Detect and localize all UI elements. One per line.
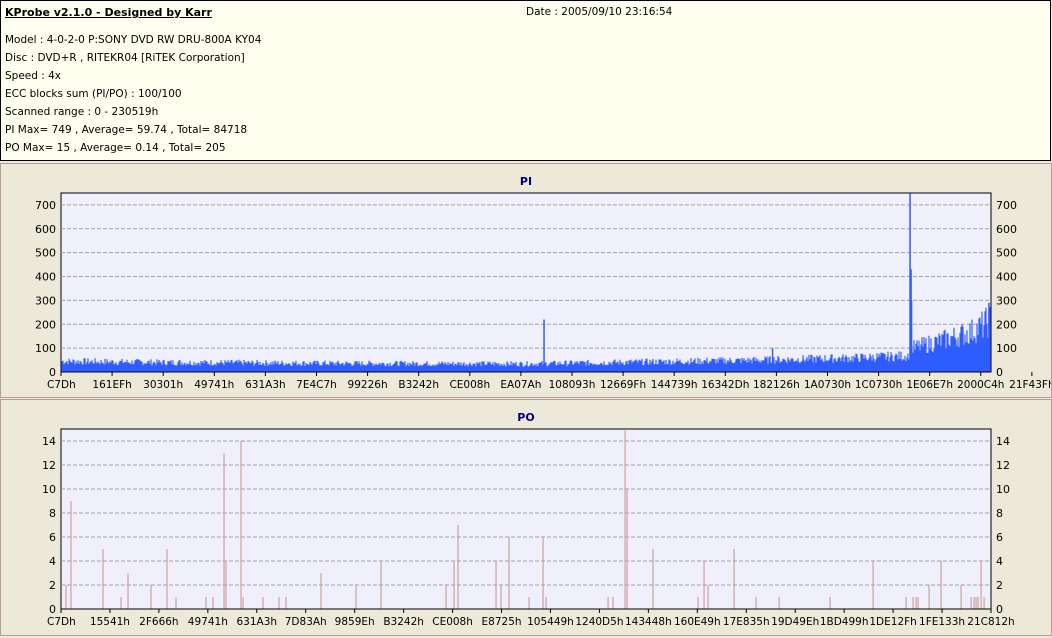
x-tick-label: 144739h: [651, 379, 698, 391]
range-line: Scanned range : 0 - 230519h: [5, 106, 159, 118]
x-tick-label: CE008h: [432, 616, 473, 628]
x-tick-label: 143448h: [625, 616, 672, 628]
y-tick-label-left: 100: [35, 342, 56, 355]
x-tick-label: 7E4C7h: [296, 379, 337, 391]
chart-title: PO: [517, 411, 534, 424]
scan-date: Date : 2005/09/10 23:16:54: [526, 6, 673, 18]
x-tick-label: 49741h: [194, 379, 234, 391]
x-tick-label: 17E835h: [723, 616, 770, 628]
x-tick-label: 49741h: [188, 616, 228, 628]
y-tick-label-right: 700: [996, 199, 1017, 212]
y-tick-label-right: 12: [996, 459, 1010, 472]
y-tick-label-right: 500: [996, 247, 1017, 260]
x-tick-label: 19D49Eh: [771, 616, 819, 628]
x-tick-label: 160E49h: [674, 616, 721, 628]
x-tick-label: 1A0730h: [804, 379, 851, 391]
x-tick-label: CE008h: [449, 379, 490, 391]
po-chart-panel: PO 0 0 2 2 4 4 6 6 8 8 10 10 12 12 14 14 C7Dh 15541h 2F666h…: [0, 399, 1052, 636]
y-tick-label-right: 600: [996, 223, 1017, 236]
x-tick-label: 16342Dh: [701, 379, 749, 391]
x-tick-label: 108093h: [549, 379, 596, 391]
model-line: Model : 4-0-2-0 P:SONY DVD RW DRU-800A K…: [5, 34, 262, 46]
y-tick-label-right: 10: [996, 483, 1010, 496]
y-tick-label-left: 2: [49, 579, 56, 592]
x-tick-label: 9859Eh: [335, 616, 375, 628]
y-tick-label-right: 0: [996, 366, 1003, 379]
x-tick-label: 105449h: [527, 616, 574, 628]
y-tick-label-right: 300: [996, 294, 1017, 307]
x-tick-label: 2F666h: [139, 616, 178, 628]
x-tick-label: 21F43Fh: [1009, 379, 1051, 391]
x-tick-label: 161EFh: [92, 379, 131, 391]
y-tick-label-left: 300: [35, 294, 56, 307]
pi-chart: PI 0 0 100 100 200 200 300 300 400 400 500 500 600 600…: [35, 175, 1052, 391]
ecc-line: ECC blocks sum (PI/PO) : 100/100: [5, 88, 182, 100]
x-tick-label: 1240D5h: [575, 616, 623, 628]
x-tick-label: 1BD499h: [820, 616, 869, 628]
y-tick-label-right: 4: [996, 555, 1003, 568]
po-chart: PO 0 0 2 2 4 4 6 6 8 8 10 10 12 12 14 14 C7Dh 15541h 2F666h…: [42, 411, 1015, 628]
y-tick-label-left: 200: [35, 318, 56, 331]
x-tick-label: 99226h: [348, 379, 388, 391]
y-tick-label-right: 14: [996, 435, 1010, 448]
x-tick-label: 631A3h: [245, 379, 286, 391]
x-tick-label: 7D83Ah: [285, 616, 327, 628]
x-tick-label: 1C0730h: [855, 379, 902, 391]
disc-line: Disc : DVD+R , RITEKR04 [RiTEK Corporati…: [5, 52, 245, 64]
x-tick-label: B3242h: [383, 616, 424, 628]
y-tick-label-right: 6: [996, 531, 1003, 544]
y-tick-label-left: 600: [35, 223, 56, 236]
y-tick-label-right: 100: [996, 342, 1017, 355]
x-tick-label: B3242h: [398, 379, 439, 391]
chart-title: PI: [520, 175, 532, 188]
plot-area: [60, 192, 992, 373]
po-stats-line: PO Max= 15 , Average= 0.14 , Total= 205: [5, 142, 226, 154]
y-tick-label-right: 0: [996, 603, 1003, 616]
x-tick-label: E8725h: [482, 616, 522, 628]
x-tick-label: 1DE12Fh: [869, 616, 916, 628]
x-tick-label: 1FE133h: [919, 616, 965, 628]
x-tick-label: C7Dh: [47, 379, 76, 391]
plot-area: [60, 428, 992, 610]
x-tick-label: 182126h: [753, 379, 800, 391]
x-tick-label: 21C812h: [967, 616, 1014, 628]
info-panel: KProbe v2.1.0 - Designed by Karr Date : …: [0, 0, 1051, 161]
y-tick-label-left: 0: [49, 366, 56, 379]
y-tick-label-right: 200: [996, 318, 1017, 331]
x-tick-label: 15541h: [90, 616, 130, 628]
y-tick-label-right: 8: [996, 507, 1003, 520]
y-tick-label-left: 12: [42, 459, 56, 472]
x-tick-label: 631A3h: [237, 616, 278, 628]
y-tick-label-left: 700: [35, 199, 56, 212]
y-tick-label-left: 6: [49, 531, 56, 544]
x-tick-label: 30301h: [143, 379, 183, 391]
x-tick-label: 2000C4h: [957, 379, 1004, 391]
pi-chart-panel: PI 0 0 100 100 200 200 300 300 400 400 500 500 600 600…: [0, 163, 1052, 398]
speed-line: Speed : 4x: [5, 70, 62, 82]
y-tick-label-left: 500: [35, 247, 56, 260]
pi-stats-line: PI Max= 749 , Average= 59.74 , Total= 84…: [5, 124, 248, 136]
x-tick-label: C7Dh: [47, 616, 76, 628]
x-tick-label: EA07Ah: [500, 379, 541, 391]
y-tick-label-left: 8: [49, 507, 56, 520]
y-tick-label-left: 4: [49, 555, 56, 568]
y-tick-label-right: 400: [996, 271, 1017, 284]
y-tick-label-left: 14: [42, 435, 56, 448]
app-title: KProbe v2.1.0 - Designed by Karr: [5, 6, 212, 19]
y-tick-label-right: 2: [996, 579, 1003, 592]
y-tick-label-left: 400: [35, 271, 56, 284]
x-tick-label: 1E06E7h: [906, 379, 953, 391]
y-tick-label-left: 0: [49, 603, 56, 616]
x-tick-label: 12669Fh: [600, 379, 646, 391]
y-tick-label-left: 10: [42, 483, 56, 496]
